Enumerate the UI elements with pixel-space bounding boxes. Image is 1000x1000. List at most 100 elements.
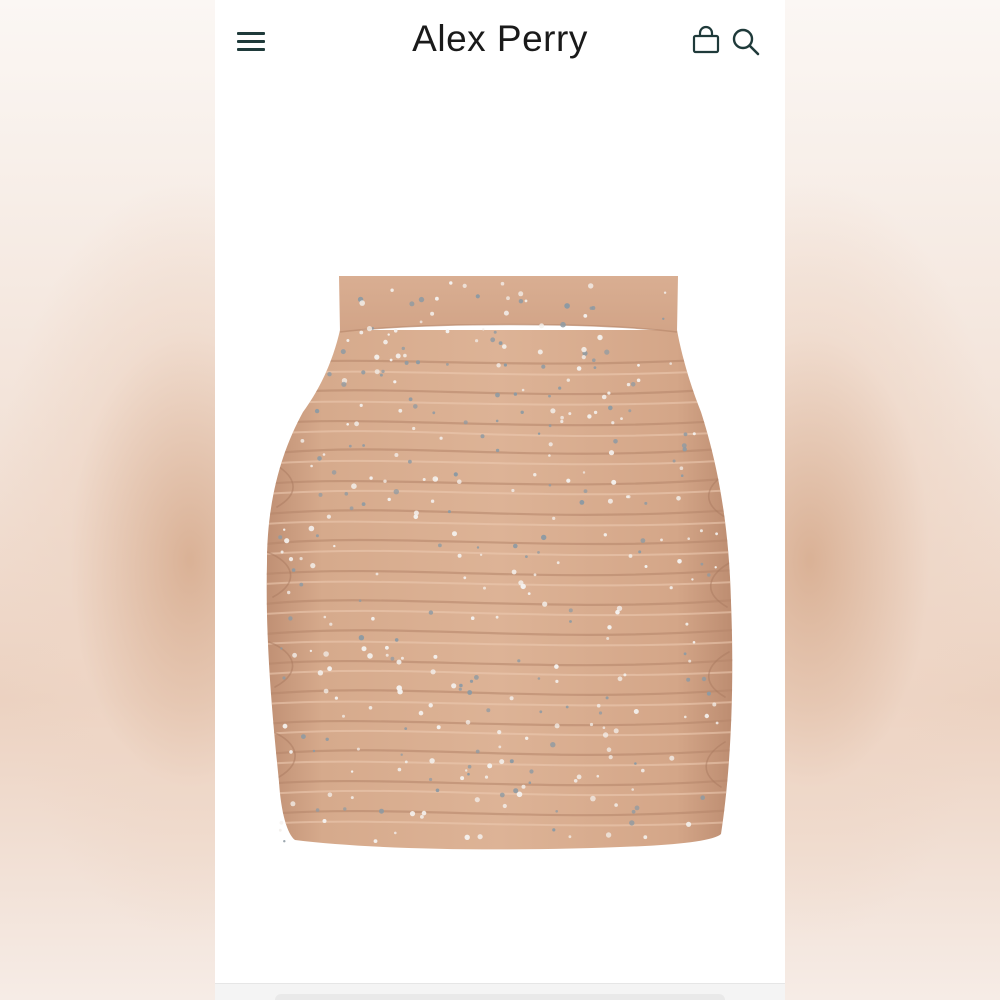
crystal-dot [403,353,407,358]
crystal-dot [503,363,507,367]
crystal-dot [465,769,468,772]
crystal-dot [309,649,313,653]
crystal-dot [361,370,366,375]
crystal-dot [662,317,665,320]
crystal-dot [560,415,564,420]
crystal-dot [683,432,688,437]
crystal-dot [283,840,286,843]
crystal-dot [308,525,315,532]
crystal-dot [528,781,532,784]
site-header: Alex Perry [215,0,785,82]
product-image[interactable] [215,82,785,982]
crystal-dot [429,758,435,764]
crystal-dot [457,479,462,485]
ruched-skirt-illustration [266,276,733,850]
crystal-dot [317,456,322,461]
crystal-dot [379,808,384,814]
crystal-dot [608,755,613,760]
crystal-dot [457,553,462,558]
crystal-dot [451,683,457,689]
search-icon[interactable] [729,25,763,59]
crystal-dot [539,710,543,714]
crystal-dot [351,483,357,490]
crystal-dot [633,709,639,714]
crystal-dot [433,654,438,659]
crystal-dot [395,353,401,359]
crystal-dot [469,679,474,683]
crystal-dot [643,835,648,840]
crystal-dot [566,378,570,382]
crystal-dot [389,358,393,362]
crystal-dot [474,797,480,803]
crystal-dot [620,417,623,420]
crystal-dot [327,792,333,798]
crystal-dot [497,730,502,735]
crystal-dot [685,622,689,626]
crystal-dot [474,675,479,680]
crystal-dot [343,807,347,811]
crystal-dot [541,534,547,541]
crystal-dot [322,819,327,823]
crystal-dot [576,774,582,780]
crystal-dot [521,784,526,789]
crystal-dot [495,448,500,453]
crystal-dot [509,696,514,701]
crystal-dot [422,478,426,481]
crystal-dot [463,420,468,425]
crystal-dot [359,403,363,407]
crystal-dot [312,749,316,753]
crystal-dot [452,531,457,537]
crystal-dot [354,421,359,427]
crystal-dot [412,426,416,431]
crystal-dot [628,409,632,413]
crystal-dot [593,410,598,415]
crystal-dot [432,476,439,482]
crystal-dot [404,727,408,730]
crystal-dot [712,702,717,707]
crystal-dot [315,534,319,538]
crystal-dot [700,795,705,800]
shopping-bag-icon[interactable] [689,24,723,58]
crystal-dot [581,355,586,360]
crystal-dot [484,775,489,779]
crystal-dot [409,301,415,307]
crystal-dot [634,805,640,811]
crystal-dot [604,349,610,355]
crystal-dot [568,835,572,839]
crystal-dot [636,378,641,383]
crystal-dot [513,788,519,794]
crystal-dot [598,711,603,715]
crystal-dot [299,557,303,561]
crystal-dot [596,774,600,778]
crystal-dot [701,676,707,682]
crystal-dot [569,620,572,623]
crystal-dot [506,296,510,301]
crystal-dot [408,397,413,402]
crystal-dot [548,442,553,447]
crystal-dot [602,726,606,729]
crystal-dot [299,582,304,587]
crystal-dot [394,831,397,835]
crystal-dot [587,414,592,419]
crystal-dot [401,346,405,351]
crystal-dot [588,283,594,289]
crystal-dot [418,710,424,716]
crystal-dot [715,532,718,536]
crystal-dot [334,696,338,700]
crystal-dot [379,373,383,377]
crystal-dot [502,803,507,809]
crystal-dot [482,328,485,331]
crystal-dot [583,489,588,493]
crystal-dot [568,412,572,416]
crystal-dot [669,586,673,590]
crystal-dot [607,498,613,504]
crystal-dot [715,721,719,725]
crystal-dot [467,764,472,769]
crystal-dot [435,788,440,793]
crystal-dot [498,341,503,345]
crystal-dot [611,421,615,425]
crystal-dot [583,314,588,318]
crystal-dot [631,809,636,814]
crystal-dot [323,651,329,657]
crystal-dot [533,573,537,577]
